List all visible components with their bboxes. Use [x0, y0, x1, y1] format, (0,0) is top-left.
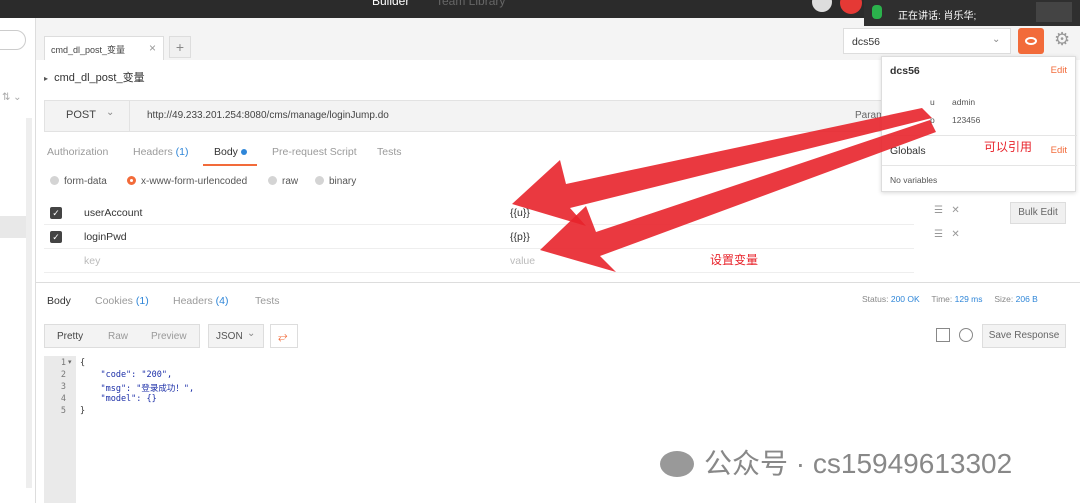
- annotation-set-variable: 设置变量: [710, 253, 759, 267]
- wechat-icon: [660, 451, 694, 477]
- annotation-can-reference: 可以引用: [984, 140, 1033, 154]
- watermark-text: 公众号 · cs15949613302: [704, 448, 1013, 479]
- watermark: 公众号 · cs15949613302: [660, 442, 1012, 482]
- annotation-arrows: [512, 108, 936, 272]
